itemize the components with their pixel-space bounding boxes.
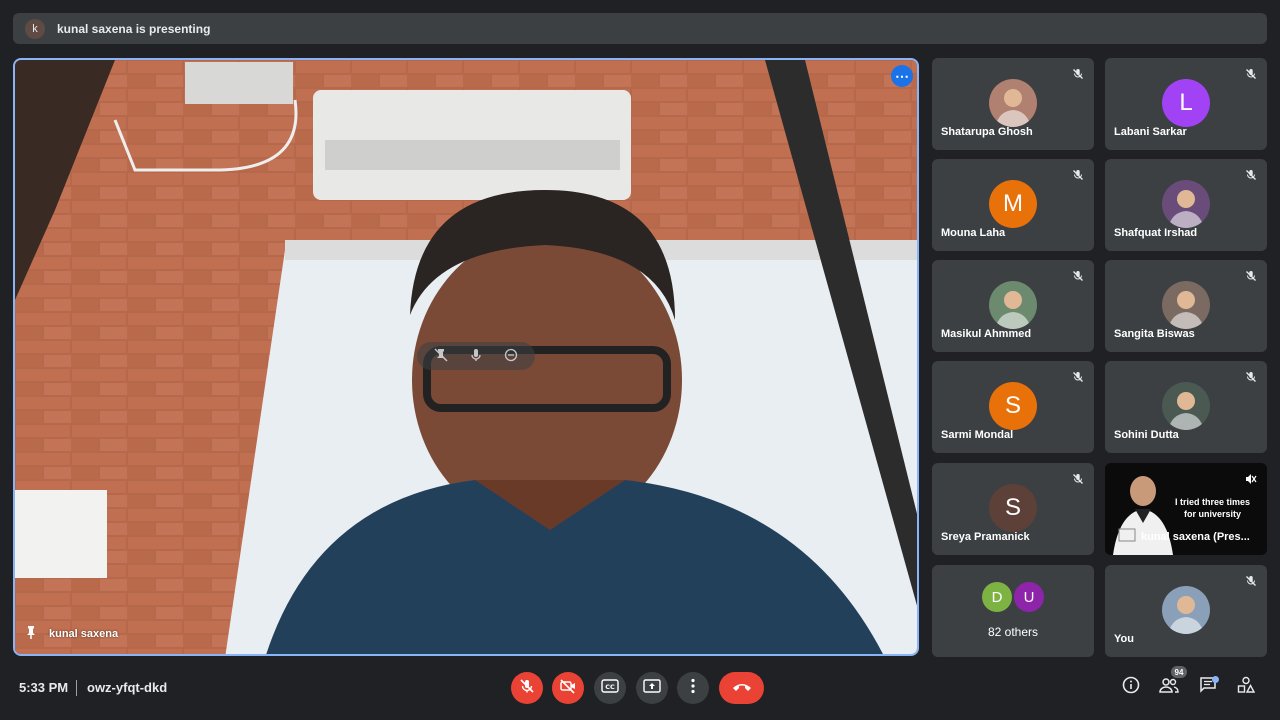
- svg-text:CC: CC: [605, 683, 615, 691]
- participant-name: Masikul Ahmmed: [941, 328, 1032, 340]
- mic-off-icon: [1243, 268, 1259, 284]
- others-count: 82 others: [987, 625, 1039, 639]
- avatar: [1162, 180, 1210, 228]
- participant-name: Shafquat Irshad: [1114, 227, 1198, 239]
- mic-off-icon: [1070, 268, 1086, 284]
- mic-off-icon: [1243, 167, 1259, 183]
- call-end-icon: [732, 679, 752, 697]
- participant-name: Sarmi Mondal: [941, 429, 1014, 441]
- more-vert-icon: [690, 678, 696, 699]
- mic-off-icon: [1070, 369, 1086, 385]
- bottom-toolbar: 5:33 PM owz-yfqt-dkd CC: [0, 668, 1280, 708]
- main-video-name: kunal saxena: [49, 627, 119, 640]
- avatar: [1162, 281, 1210, 329]
- chat-notification-dot: [1212, 676, 1219, 683]
- mic-off-icon: [1243, 66, 1259, 82]
- activities-icon: [1237, 676, 1256, 699]
- participant-tile[interactable]: S Sarmi Mondal: [932, 361, 1094, 453]
- mic-off-icon: [1243, 573, 1259, 589]
- avatar: M: [989, 180, 1037, 228]
- pin-off-icon[interactable]: [434, 347, 448, 365]
- avatar: [989, 281, 1037, 329]
- participant-name: You: [1114, 633, 1134, 645]
- divider: [76, 680, 77, 696]
- mic-icon[interactable]: [470, 348, 482, 365]
- others-avatars: DU: [982, 582, 1044, 612]
- participant-tile[interactable]: Shafquat Irshad: [1105, 159, 1267, 251]
- participant-name: Shatarupa Ghosh: [941, 126, 1033, 138]
- mic-off-icon: [1243, 369, 1259, 385]
- meeting-details-button[interactable]: [1120, 676, 1142, 698]
- participant-tile[interactable]: Masikul Ahmmed: [932, 260, 1094, 352]
- mic-off-icon: [1070, 66, 1086, 82]
- avatar: S: [989, 382, 1037, 430]
- clock-time: 5:33 PM: [19, 680, 69, 695]
- presenting-banner: k kunal saxena is presenting: [13, 13, 1267, 44]
- camera-off-icon: [559, 678, 577, 699]
- presenting-text: kunal saxena is presenting: [57, 21, 211, 36]
- mic-off-icon: [1070, 167, 1086, 183]
- pin-icon: [25, 625, 37, 642]
- more-options-button[interactable]: [677, 672, 709, 704]
- tile-hover-controls: [417, 342, 535, 370]
- participant-name: kunal saxena (Pres...: [1141, 531, 1250, 543]
- mic-off-icon: [519, 678, 535, 699]
- closed-captions-icon: CC: [601, 678, 619, 698]
- leave-call-button[interactable]: [719, 672, 764, 704]
- activities-button[interactable]: [1235, 676, 1257, 698]
- presenter-avatar: k: [25, 18, 45, 39]
- participant-name: Sangita Biswas: [1114, 328, 1195, 340]
- present-screen-button[interactable]: [636, 672, 668, 704]
- avatar: [1162, 382, 1210, 430]
- main-video-name-label: kunal saxena: [25, 625, 118, 642]
- caption-line: I tried three times: [1175, 497, 1251, 507]
- participant-name: Labani Sarkar: [1114, 126, 1187, 138]
- info-icon: [1122, 676, 1140, 699]
- present-screen-icon: [643, 678, 661, 698]
- mic-toggle-button[interactable]: [511, 672, 543, 704]
- people-icon: [1159, 677, 1179, 698]
- avatar: [989, 79, 1037, 127]
- participant-tile[interactable]: S Sreya Pramanick: [932, 463, 1094, 555]
- participant-tile[interactable]: D U 82 others: [932, 565, 1094, 657]
- avatar: D: [982, 582, 1012, 612]
- participant-tile[interactable]: You: [1105, 565, 1267, 657]
- participant-tile[interactable]: M Mouna Laha: [932, 159, 1094, 251]
- video-caption: I tried three times for university: [1175, 496, 1250, 520]
- avatar: S: [989, 484, 1037, 532]
- caption-line: for university: [1184, 509, 1242, 519]
- participant-name: Mouna Laha: [941, 227, 1006, 239]
- tile-more-options-button[interactable]: ⋯: [891, 65, 913, 87]
- avatar: L: [1162, 79, 1210, 127]
- remove-icon[interactable]: [504, 348, 518, 365]
- participant-tile[interactable]: I tried three times for university kunal s…: [1105, 463, 1267, 555]
- mic-off-icon: [1070, 471, 1086, 487]
- main-video-tile[interactable]: ⋯ kunal saxena: [13, 58, 919, 656]
- avatar: [1162, 586, 1210, 634]
- people-count-badge: 94: [1171, 666, 1187, 678]
- participant-tile[interactable]: L Labani Sarkar: [1105, 58, 1267, 150]
- avatar: U: [1014, 582, 1044, 612]
- captions-button[interactable]: CC: [594, 672, 626, 704]
- participant-tile[interactable]: Sohini Dutta: [1105, 361, 1267, 453]
- muted-icon: [1243, 471, 1259, 487]
- meeting-code[interactable]: owz-yfqt-dkd: [87, 680, 167, 695]
- participant-name: Sohini Dutta: [1114, 429, 1179, 441]
- participant-name: Sreya Pramanick: [941, 531, 1030, 543]
- camera-toggle-button[interactable]: [552, 672, 584, 704]
- participant-tile[interactable]: Sangita Biswas: [1105, 260, 1267, 352]
- participant-tile[interactable]: Shatarupa Ghosh: [932, 58, 1094, 150]
- show-everyone-button[interactable]: [1158, 676, 1180, 698]
